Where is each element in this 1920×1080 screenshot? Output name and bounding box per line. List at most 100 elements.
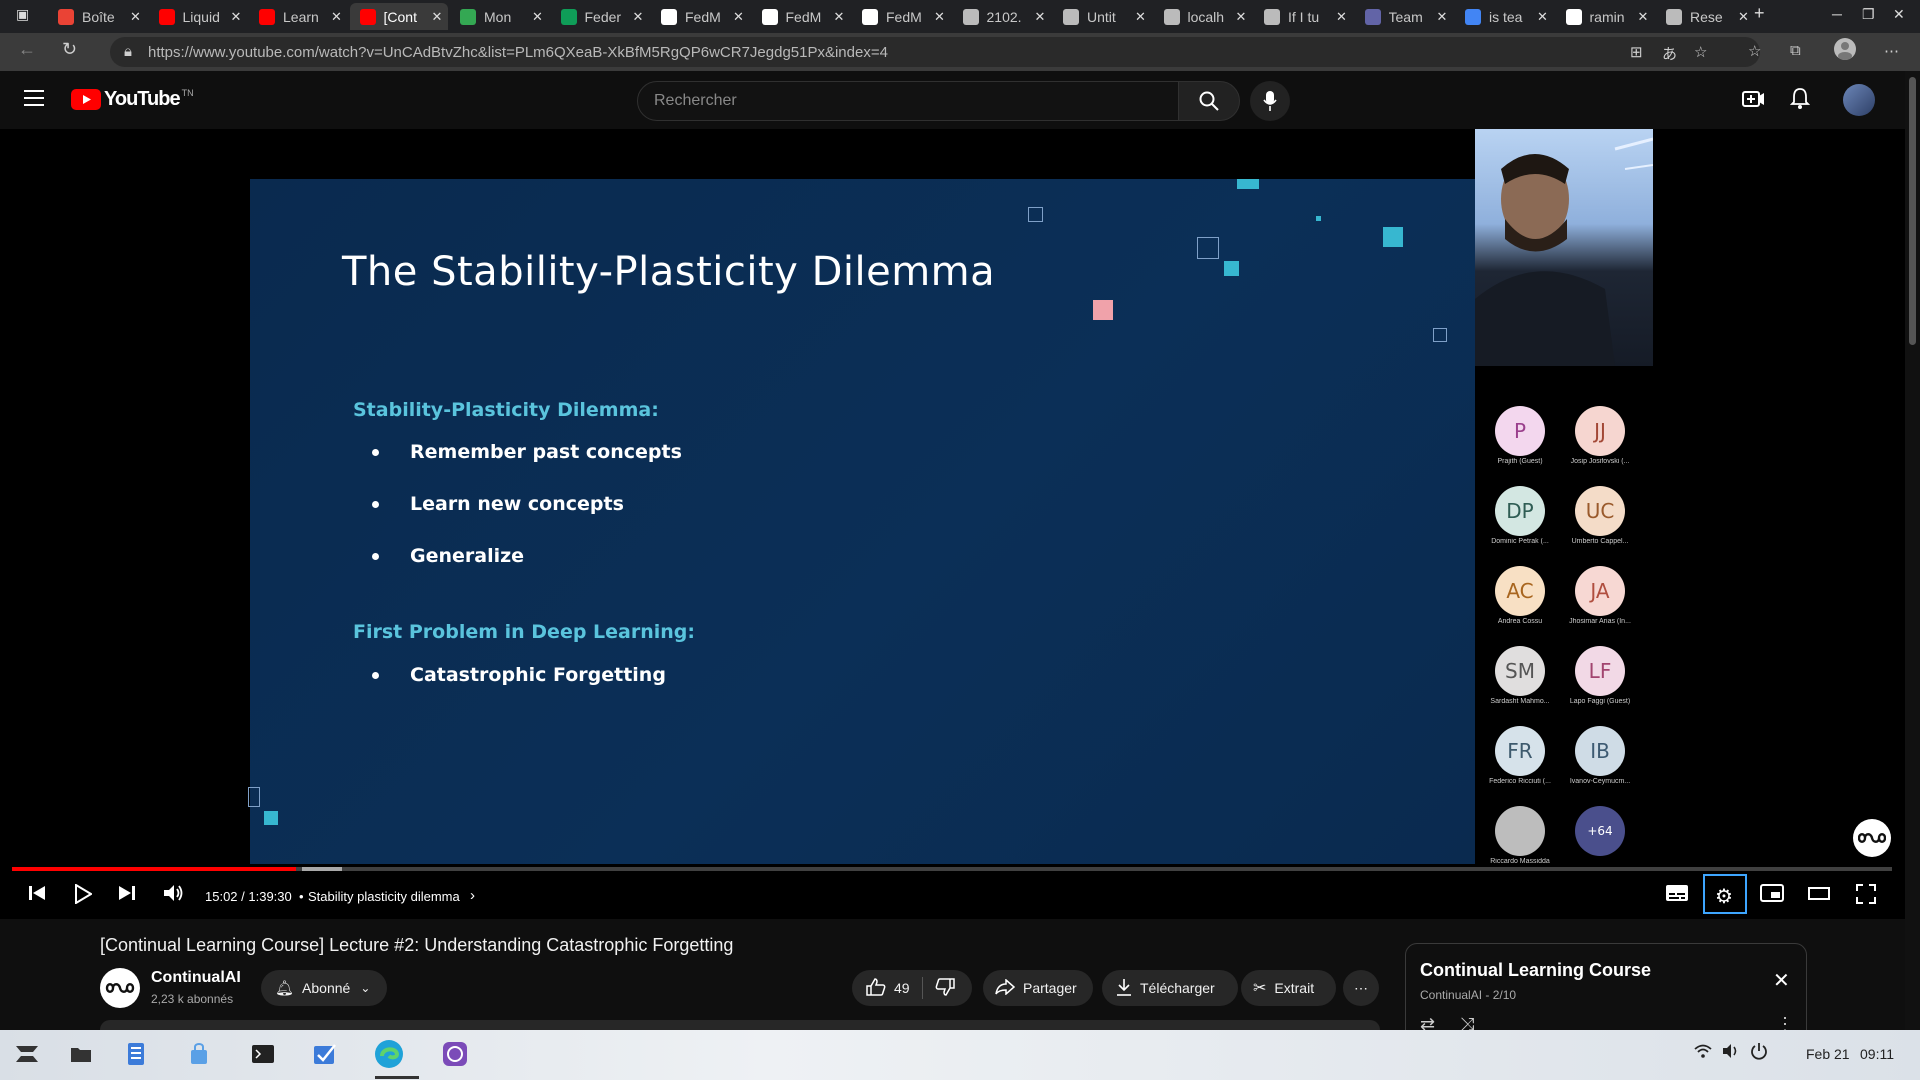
close-tab-icon[interactable]: ✕ xyxy=(432,9,443,25)
description-box[interactable] xyxy=(100,1020,1380,1030)
maximize-icon[interactable]: ❐ xyxy=(1862,6,1875,23)
clock-time[interactable]: 09:11 xyxy=(1860,1046,1894,1062)
progress-bar[interactable] xyxy=(12,867,1892,871)
channel-name[interactable]: ContinualAI xyxy=(151,969,241,987)
app-available-icon[interactable]: ⊞ xyxy=(1630,43,1643,61)
chapter-title[interactable]: Stability plasticity dilemma xyxy=(308,889,460,904)
browser-tab[interactable]: Boîte ✕ xyxy=(48,3,147,30)
password-manager-icon[interactable] xyxy=(184,1039,214,1069)
notifications-bell-icon[interactable] xyxy=(1789,87,1811,114)
miniplayer-icon[interactable] xyxy=(1760,884,1784,908)
browser-tab[interactable]: [Cont ✕ xyxy=(349,3,449,30)
power-icon[interactable] xyxy=(1750,1042,1768,1065)
browser-tab[interactable]: ramin ✕ xyxy=(1556,3,1655,30)
more-menu-icon[interactable]: ⋯ xyxy=(1884,42,1899,60)
voice-search-button[interactable] xyxy=(1250,81,1290,121)
github-desktop-icon[interactable] xyxy=(440,1039,470,1069)
browser-tab[interactable]: is tea ✕ xyxy=(1455,3,1554,30)
edge-browser-icon[interactable] xyxy=(374,1039,404,1069)
playlist-title[interactable]: Continual Learning Course xyxy=(1420,960,1651,981)
close-tab-icon[interactable]: ✕ xyxy=(130,9,141,25)
collections-icon[interactable]: ⧉ xyxy=(1790,42,1801,59)
channel-avatar[interactable] xyxy=(100,968,140,1008)
browser-tab[interactable]: FedM ✕ xyxy=(651,3,750,30)
clip-button[interactable]: ✂ Extrait xyxy=(1241,970,1336,1006)
browser-tab[interactable]: localh ✕ xyxy=(1154,3,1253,30)
tasks-icon[interactable] xyxy=(310,1039,340,1069)
video-player[interactable]: The Stability-Plasticity Dilemma Stabili… xyxy=(0,129,1905,919)
close-tab-icon[interactable]: ✕ xyxy=(834,9,845,25)
search-input[interactable]: Rechercher xyxy=(637,81,1179,121)
new-tab-icon[interactable]: + xyxy=(1754,3,1765,24)
dislike-button[interactable] xyxy=(935,977,955,999)
channel-watermark-icon[interactable] xyxy=(1853,819,1891,857)
scrollbar-thumb[interactable] xyxy=(1909,77,1916,345)
search-button[interactable] xyxy=(1178,81,1240,121)
browser-tab[interactable]: Rese ✕ xyxy=(1656,3,1755,30)
close-tab-icon[interactable]: ✕ xyxy=(733,9,744,25)
browser-tab[interactable]: Feder ✕ xyxy=(551,3,650,30)
wifi-icon[interactable] xyxy=(1694,1044,1712,1062)
lock-icon[interactable]: 🔒︎ xyxy=(124,43,132,60)
document-viewer-icon[interactable] xyxy=(121,1039,151,1069)
browser-tab[interactable]: Liquid ✕ xyxy=(149,3,248,30)
like-button[interactable] xyxy=(866,977,886,999)
close-tab-icon[interactable]: ✕ xyxy=(1336,9,1347,25)
chapter-chevron-icon[interactable]: › xyxy=(470,887,475,904)
close-tab-icon[interactable]: ✕ xyxy=(1135,9,1146,25)
back-icon[interactable]: ← xyxy=(18,39,36,60)
browser-tab[interactable]: 2102. ✕ xyxy=(953,3,1052,30)
address-bar[interactable]: 🔒︎ https://www.youtube.com/watch?v=UnCAd… xyxy=(110,37,1760,67)
browser-tab[interactable]: Mon ✕ xyxy=(450,3,549,30)
download-button[interactable]: Télécharger xyxy=(1102,970,1238,1006)
files-icon[interactable] xyxy=(66,1039,96,1069)
profile-icon[interactable] xyxy=(1834,38,1856,64)
hamburger-menu-icon[interactable] xyxy=(24,89,46,112)
close-tab-icon[interactable]: ✕ xyxy=(331,9,342,25)
minimize-icon[interactable]: ─ xyxy=(1832,6,1842,22)
browser-tab[interactable]: If I tu ✕ xyxy=(1254,3,1353,30)
browser-tab[interactable]: Team ✕ xyxy=(1355,3,1454,30)
close-tab-icon[interactable]: ✕ xyxy=(1537,9,1548,25)
volume-tray-icon[interactable] xyxy=(1722,1043,1740,1064)
theater-mode-icon[interactable] xyxy=(1808,884,1830,908)
fullscreen-icon[interactable] xyxy=(1856,884,1876,910)
close-tab-icon[interactable]: ✕ xyxy=(633,9,644,25)
tab-actions-icon[interactable]: ▣ xyxy=(16,6,29,23)
clock-date[interactable]: Feb 21 xyxy=(1806,1046,1850,1062)
create-video-icon[interactable] xyxy=(1742,90,1764,113)
close-tab-icon[interactable]: ✕ xyxy=(1638,9,1649,25)
browser-tab[interactable]: Untit ✕ xyxy=(1053,3,1152,30)
user-avatar[interactable] xyxy=(1843,84,1875,116)
close-tab-icon[interactable]: ✕ xyxy=(1236,9,1247,25)
close-tab-icon[interactable]: ✕ xyxy=(1437,9,1448,25)
subtitles-icon[interactable] xyxy=(1665,884,1689,908)
close-playlist-icon[interactable]: ✕ xyxy=(1773,968,1790,993)
browser-tab[interactable]: FedM ✕ xyxy=(752,3,851,30)
close-tab-icon[interactable]: ✕ xyxy=(231,9,242,25)
read-aloud-icon[interactable]: あ xyxy=(1662,43,1677,64)
browser-tab[interactable]: FedM ✕ xyxy=(852,3,951,30)
url-text[interactable]: https://www.youtube.com/watch?v=UnCAdBtv… xyxy=(148,44,888,61)
zorin-menu-icon[interactable] xyxy=(12,1039,42,1069)
settings-button[interactable]: ⚙ xyxy=(1703,874,1747,914)
youtube-logo[interactable]: YouTube TN xyxy=(71,88,194,111)
next-video-icon[interactable] xyxy=(118,884,136,908)
previous-video-icon[interactable] xyxy=(28,884,46,908)
close-tab-icon[interactable]: ✕ xyxy=(532,9,543,25)
more-actions-button[interactable]: ⋯ xyxy=(1343,970,1379,1006)
close-tab-icon[interactable]: ✕ xyxy=(1035,9,1046,25)
share-button[interactable]: Partager xyxy=(983,970,1093,1006)
browser-tab[interactable]: Learn ✕ xyxy=(249,3,348,30)
reload-icon[interactable]: ↻ xyxy=(62,39,77,60)
volume-icon[interactable] xyxy=(163,884,185,908)
close-tab-icon[interactable]: ✕ xyxy=(1738,9,1749,25)
close-window-icon[interactable]: ✕ xyxy=(1893,6,1905,23)
favorites-icon[interactable]: ☆ xyxy=(1748,42,1761,60)
terminal-icon[interactable] xyxy=(248,1039,278,1069)
subscribed-button[interactable]: 🔔︎ Abonné ⌄ xyxy=(261,970,387,1006)
close-tab-icon[interactable]: ✕ xyxy=(934,9,945,25)
play-button[interactable] xyxy=(74,883,93,910)
favorite-star-icon[interactable]: ☆ xyxy=(1694,43,1707,61)
page-scrollbar[interactable] xyxy=(1905,71,1920,1030)
